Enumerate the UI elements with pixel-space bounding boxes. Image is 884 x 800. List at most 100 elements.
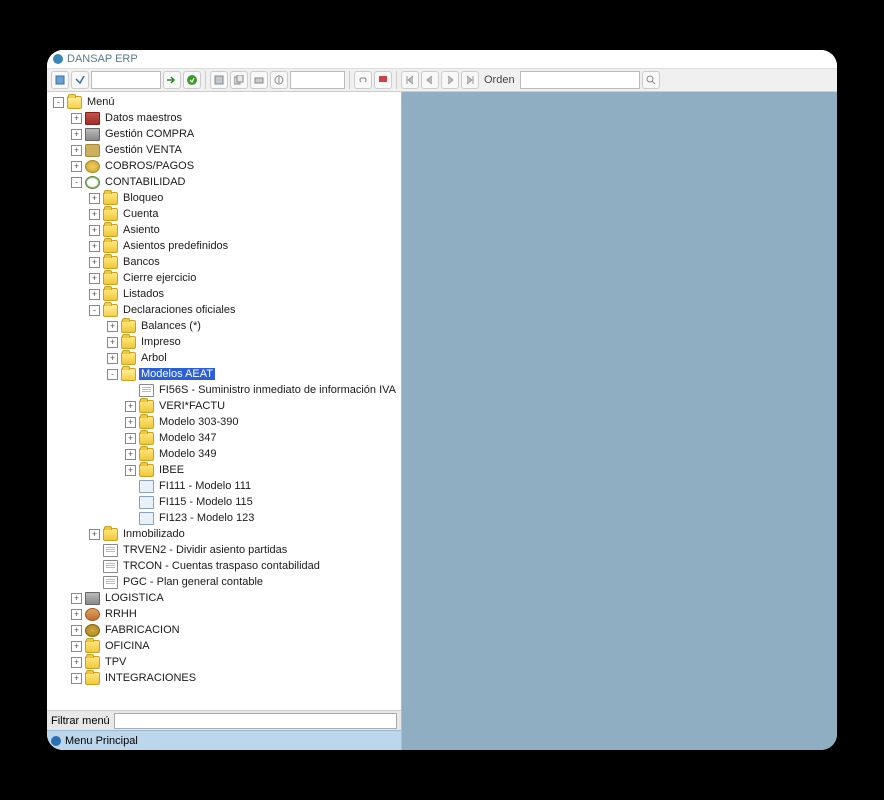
collapse-icon[interactable]: - (71, 177, 82, 188)
tree-node[interactable]: TRCON - Cuentas traspaso contabilidad (47, 558, 401, 574)
expand-icon[interactable]: + (71, 609, 82, 620)
tree-node[interactable]: +Modelo 347 (47, 430, 401, 446)
expand-icon[interactable]: + (89, 209, 100, 220)
tree-node[interactable]: +Bloqueo (47, 190, 401, 206)
tree-node[interactable]: +Datos maestros (47, 110, 401, 126)
nav-next-button[interactable] (441, 71, 459, 89)
collapse-icon[interactable]: - (53, 97, 64, 108)
nav-first-button[interactable] (401, 71, 419, 89)
tree-node[interactable]: +LOGISTICA (47, 590, 401, 606)
expand-icon[interactable]: + (71, 145, 82, 156)
tree-node[interactable]: +FABRICACION (47, 622, 401, 638)
toolbar-info-button[interactable]: i (270, 71, 288, 89)
tree-node[interactable]: FI115 - Modelo 115 (47, 494, 401, 510)
nav-last-button[interactable] (461, 71, 479, 89)
expand-icon[interactable]: + (89, 289, 100, 300)
menu-tree[interactable]: -Menú+Datos maestros+Gestión COMPRA+Gest… (47, 92, 401, 710)
expand-icon[interactable]: + (71, 641, 82, 652)
tree-node[interactable]: +Cierre ejercicio (47, 270, 401, 286)
expand-icon[interactable]: + (71, 673, 82, 684)
expand-icon[interactable]: + (107, 337, 118, 348)
tree-node-label: Declaraciones oficiales (121, 304, 238, 316)
expand-icon[interactable]: + (89, 193, 100, 204)
tree-node[interactable]: +Gestión COMPRA (47, 126, 401, 142)
expand-icon[interactable]: + (89, 241, 100, 252)
expand-icon[interactable]: + (125, 433, 136, 444)
collapse-icon[interactable]: - (89, 305, 100, 316)
expand-icon[interactable]: + (71, 161, 82, 172)
order-input[interactable] (520, 71, 640, 89)
tree-node[interactable]: TRVEN2 - Dividir asiento partidas (47, 542, 401, 558)
toolbar-save-button[interactable] (210, 71, 228, 89)
tree-node[interactable]: +Cuenta (47, 206, 401, 222)
tree-node[interactable]: + Listados (47, 286, 401, 302)
expand-icon[interactable]: + (89, 257, 100, 268)
expand-icon[interactable]: + (89, 273, 100, 284)
tree-node[interactable]: - Declaraciones oficiales (47, 302, 401, 318)
tree-node-label: Listados (121, 288, 166, 300)
folder-icon (103, 224, 118, 237)
collapse-icon[interactable]: - (107, 369, 118, 380)
expand-icon[interactable]: + (107, 321, 118, 332)
toolbar-print-button[interactable] (250, 71, 268, 89)
toolbar-go-button[interactable] (163, 71, 181, 89)
tree-node[interactable]: +Arbol (47, 350, 401, 366)
tree-node[interactable]: +Impreso (47, 334, 401, 350)
tree-node[interactable]: +Inmobilizado (47, 526, 401, 542)
expand-icon[interactable]: + (125, 417, 136, 428)
tree-node[interactable]: -Modelos AEAT (47, 366, 401, 382)
tree-node[interactable]: + INTEGRACIONES (47, 670, 401, 686)
tree-node[interactable]: +Asientos predefinidos (47, 238, 401, 254)
tree-node-label: IBEE (157, 464, 186, 476)
app-title: DANSAP ERP (67, 53, 138, 65)
tree-node[interactable]: +OFICINA (47, 638, 401, 654)
tree-node[interactable]: PGC - Plan general contable (47, 574, 401, 590)
tree-node[interactable]: +Modelo 349 (47, 446, 401, 462)
toolbar-flag-button[interactable] (374, 71, 392, 89)
folder-icon (121, 336, 136, 349)
tree-node[interactable]: +Modelo 303-390 (47, 414, 401, 430)
filter-input[interactable] (114, 713, 397, 729)
toolbar: i Orden (47, 68, 837, 92)
toolbar-attach-button[interactable] (354, 71, 372, 89)
tree-node[interactable]: -Menú (47, 94, 401, 110)
toolbar-refresh-button[interactable] (183, 71, 201, 89)
toolbar-search-input[interactable] (91, 71, 161, 89)
expand-icon[interactable]: + (71, 129, 82, 140)
toolbar-btn-2[interactable] (71, 71, 89, 89)
sheet-icon (139, 496, 154, 509)
expand-icon[interactable]: + (71, 113, 82, 124)
expand-icon[interactable]: + (107, 353, 118, 364)
toolbar-btn-1[interactable] (51, 71, 69, 89)
tree-node[interactable]: +Bancos (47, 254, 401, 270)
expand-icon[interactable]: + (125, 449, 136, 460)
tree-node[interactable]: +Asiento (47, 222, 401, 238)
expand-icon[interactable]: + (89, 225, 100, 236)
tree-node[interactable]: + IBEE (47, 462, 401, 478)
tree-node[interactable]: +RRHH (47, 606, 401, 622)
tree-node[interactable]: -CONTABILIDAD (47, 174, 401, 190)
tree-node[interactable]: + COBROS/PAGOS (47, 158, 401, 174)
sheet-icon (139, 512, 154, 525)
toolbar-find-button[interactable] (642, 71, 660, 89)
tree-node[interactable]: +VERI*FACTU (47, 398, 401, 414)
tree-node[interactable]: FI111 - Modelo 111 (47, 478, 401, 494)
toolbar-input-2[interactable] (290, 71, 345, 89)
tree-node[interactable]: +Gestión VENTA (47, 142, 401, 158)
expand-icon[interactable]: + (125, 401, 136, 412)
tree-node-label: INTEGRACIONES (103, 672, 198, 684)
toolbar-copy-button[interactable] (230, 71, 248, 89)
tree-node[interactable]: +TPV (47, 654, 401, 670)
tree-node-label: COBROS/PAGOS (103, 160, 196, 172)
expand-icon[interactable]: + (125, 465, 136, 476)
expand-icon[interactable]: + (71, 657, 82, 668)
tree-node[interactable]: FI123 - Modelo 123 (47, 510, 401, 526)
nav-prev-button[interactable] (421, 71, 439, 89)
tree-node[interactable]: +Balances (*) (47, 318, 401, 334)
footer-bar[interactable]: Menu Principal (47, 730, 401, 750)
order-label: Orden (484, 74, 515, 86)
expand-icon[interactable]: + (71, 625, 82, 636)
tree-node[interactable]: FI56S - Suministro inmediato de informac… (47, 382, 401, 398)
expand-icon[interactable]: + (71, 593, 82, 604)
expand-icon[interactable]: + (89, 529, 100, 540)
